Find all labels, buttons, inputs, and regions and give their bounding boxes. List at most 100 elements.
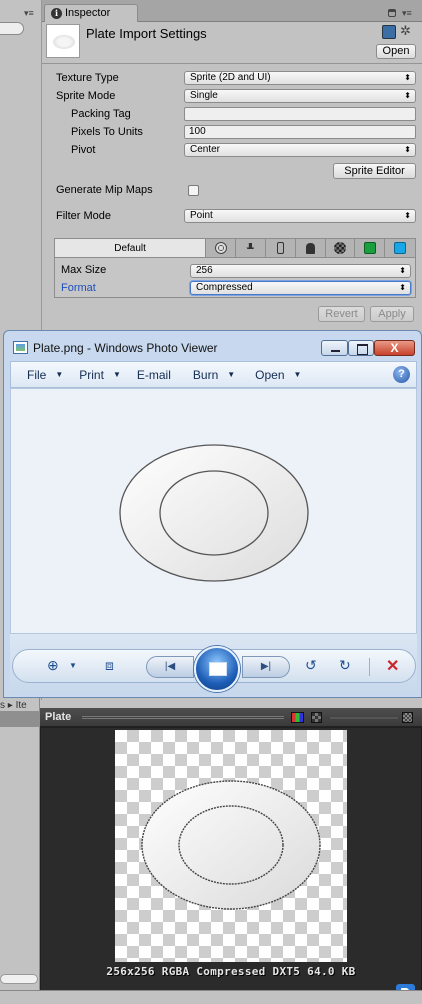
caret-down-icon: ▼	[112, 370, 121, 379]
revert-button[interactable]: Revert	[318, 306, 365, 322]
maximize-button[interactable]	[348, 340, 374, 356]
gear-icon[interactable]: ✲	[400, 23, 411, 39]
alpha-channel-icon[interactable]	[311, 712, 322, 723]
menu-print[interactable]: Print ▼	[63, 368, 121, 382]
asset-thumbnail-image	[53, 35, 75, 49]
actual-size-icon[interactable]: ⧈	[105, 657, 114, 674]
tab-windows-phone[interactable]	[385, 239, 415, 257]
mipmaps-checkbox[interactable]	[188, 185, 199, 196]
tab-web[interactable]	[206, 239, 236, 257]
plate-preview-image	[141, 780, 321, 910]
filter-mode-value: Point	[190, 210, 213, 221]
rgb-channel-icon[interactable]	[291, 712, 304, 723]
previous-button[interactable]: |◀	[146, 656, 194, 678]
info-icon: i	[51, 8, 62, 19]
caret-down-icon: ▼	[55, 370, 64, 379]
transparency-checkerboard	[115, 730, 347, 962]
menu-open[interactable]: Open ▼	[235, 368, 301, 382]
slideshow-button[interactable]	[194, 646, 240, 692]
mobile-icon	[276, 242, 284, 254]
tab-android[interactable]	[296, 239, 326, 257]
inspector-menu-icon[interactable]: ▾≡	[402, 8, 412, 19]
zoom-slider[interactable]	[0, 974, 38, 984]
packing-tag-field[interactable]	[184, 107, 416, 121]
pivot-value: Center	[190, 144, 221, 155]
menu-burn[interactable]: Burn ▼	[171, 368, 235, 382]
dropdown-arrow-icon: ⬍	[404, 211, 411, 220]
rotate-clockwise-icon[interactable]: ↻	[339, 657, 351, 674]
menu-open-label: Open	[255, 367, 285, 382]
max-size-label: Max Size	[61, 264, 107, 276]
filter-mode-dropdown[interactable]: Point ⬍	[184, 209, 416, 223]
delete-icon[interactable]: ✕	[386, 656, 399, 676]
close-button[interactable]: X	[374, 340, 415, 356]
caret-down-icon: ▼	[293, 370, 302, 379]
zoom-caret-icon[interactable]: ▼	[69, 661, 77, 670]
pivot-dropdown[interactable]: Center ⬍	[184, 143, 416, 157]
help-book-icon[interactable]	[382, 25, 396, 39]
dropdown-arrow-icon: ⬍	[404, 91, 411, 100]
windows-phone-icon	[394, 242, 407, 254]
window-title: Plate.png - Windows Photo Viewer	[33, 341, 218, 355]
windows-store-icon	[363, 242, 376, 254]
download-icon	[246, 243, 255, 253]
photo-viewer-window: Plate.png - Windows Photo Viewer X File ▼…	[3, 330, 422, 698]
format-value: Compressed	[196, 282, 253, 293]
lock-icon[interactable]	[388, 9, 396, 17]
tab-standalone[interactable]	[236, 239, 266, 257]
help-icon[interactable]: ?	[393, 366, 410, 383]
minimize-button[interactable]	[321, 340, 348, 356]
mip-level-slider[interactable]	[330, 717, 398, 719]
apply-button[interactable]: Apply	[370, 306, 414, 322]
platform-tabs: Default	[55, 239, 415, 258]
next-button[interactable]: ▶|	[242, 656, 290, 678]
plate-image	[119, 444, 309, 582]
texture-type-dropdown[interactable]: Sprite (2D and UI) ⬍	[184, 71, 416, 85]
open-button[interactable]: Open	[376, 44, 416, 59]
blackberry-icon	[333, 242, 346, 254]
inspector-tab-label: Inspector	[65, 7, 111, 19]
preview-header: Plate	[40, 708, 422, 727]
rotate-counterclockwise-icon[interactable]: ↺	[305, 657, 317, 674]
max-size-dropdown[interactable]: 256 ⬍	[190, 264, 411, 278]
mipmaps-label: Generate Mip Maps	[56, 184, 153, 196]
texture-info: 256x256 RGBA Compressed DXT5 64.0 KB	[106, 965, 356, 978]
project-breadcrumb[interactable]: s ▸ Ite	[0, 700, 27, 711]
packing-tag-label: Packing Tag	[71, 108, 131, 120]
sprite-editor-button[interactable]: Sprite Editor	[333, 163, 416, 179]
menu-file[interactable]: File ▼	[11, 368, 63, 382]
texture-type-label: Texture Type	[56, 72, 119, 84]
sprite-mode-dropdown[interactable]: Single ⬍	[184, 89, 416, 103]
menu-email[interactable]: E-mail	[121, 368, 171, 382]
format-dropdown[interactable]: Compressed ⬍	[190, 281, 411, 295]
tab-inspector[interactable]: i Inspector	[44, 4, 138, 22]
import-settings-title: Plate Import Settings	[86, 26, 207, 41]
previous-icon: |◀	[164, 661, 176, 672]
tab-default-platform[interactable]: Default	[55, 239, 207, 257]
sprite-mode-value: Single	[190, 90, 218, 101]
mip-level-icon	[402, 712, 413, 723]
platform-settings: Default Max Size 256 ⬍ Format Compressed ⬍	[54, 238, 416, 298]
navigation-controls: ⊕ ▼ ⧈ |◀ ▶| ↺ ↻ ✕	[12, 646, 416, 692]
selected-project-item[interactable]	[0, 711, 40, 727]
panel-menu-icon[interactable]: ▾≡	[24, 8, 34, 19]
left-search-field[interactable]	[0, 22, 24, 35]
tab-windows-store[interactable]	[355, 239, 386, 257]
photo-viewer-menubar: File ▼ Print ▼ E-mail Burn ▼ Open ▼ ?	[10, 361, 417, 388]
image-canvas	[10, 388, 417, 634]
dropdown-arrow-icon: ⬍	[404, 73, 411, 82]
zoom-icon[interactable]: ⊕	[47, 657, 59, 674]
bottom-status-strip	[0, 990, 422, 1004]
format-label: Format	[61, 282, 96, 294]
tab-blackberry[interactable]	[326, 239, 356, 257]
pixels-to-units-label: Pixels To Units	[71, 126, 143, 138]
next-icon: ▶|	[260, 661, 272, 672]
menu-burn-label: Burn	[192, 367, 219, 382]
caret-down-icon: ▼	[227, 370, 236, 379]
pixels-to-units-field[interactable]: 100	[184, 125, 416, 139]
preview-drag-handle[interactable]	[82, 716, 284, 719]
inspector-panel: i Inspector ▾≡ Plate Import Settings ✲ O…	[42, 0, 422, 330]
dropdown-arrow-icon: ⬍	[404, 145, 411, 154]
tab-ios[interactable]	[266, 239, 296, 257]
android-icon	[305, 242, 315, 254]
